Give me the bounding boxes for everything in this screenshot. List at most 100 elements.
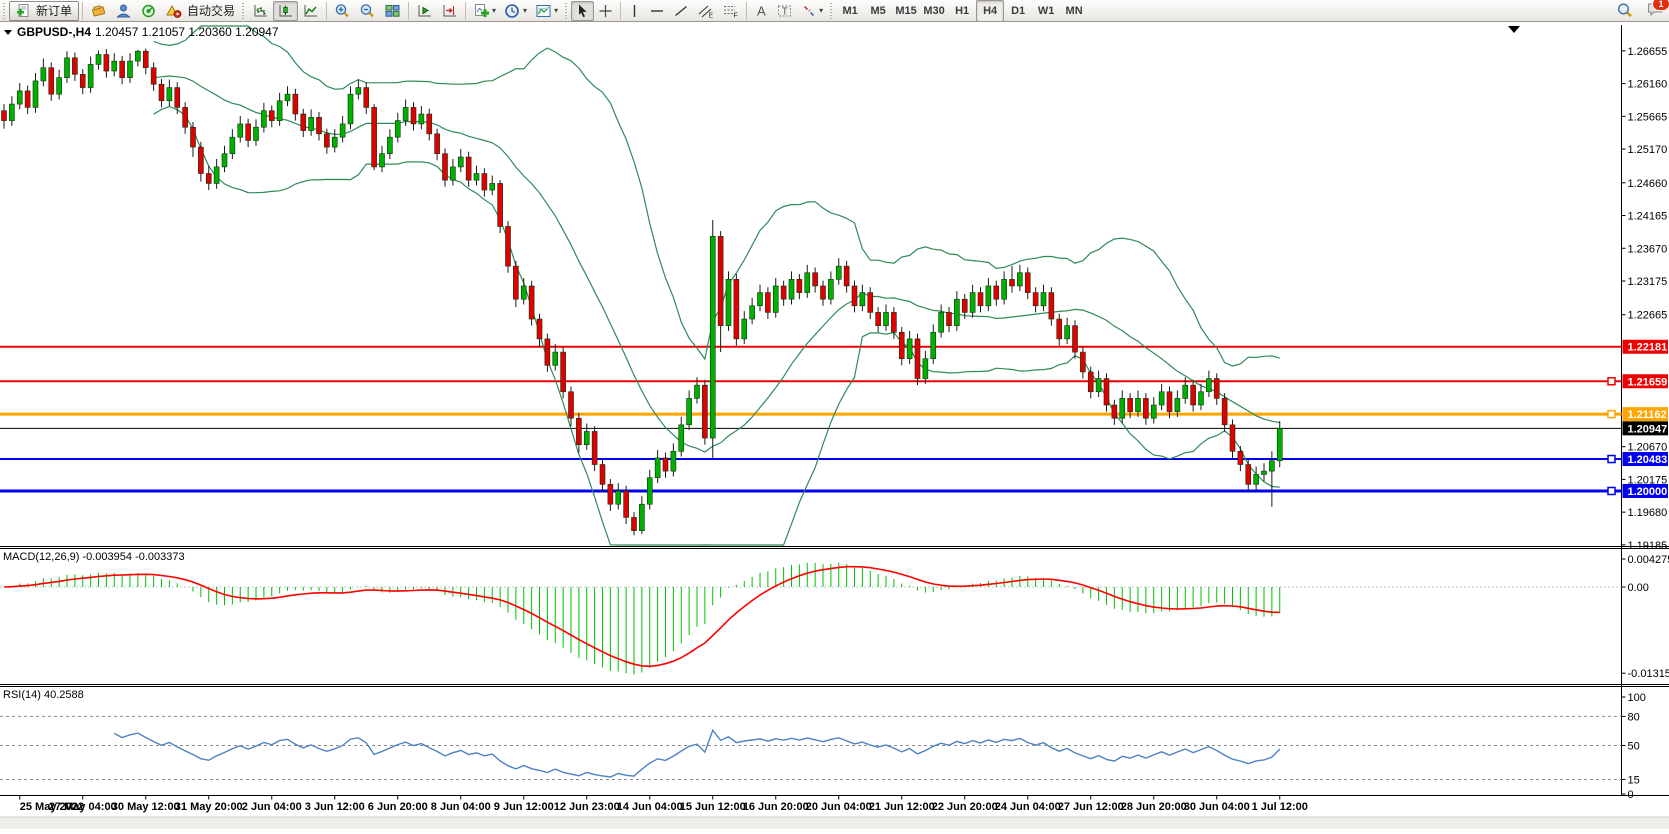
candle-body (277, 101, 282, 121)
notification-badge: 1 (1652, 0, 1669, 11)
candle-body (876, 312, 881, 325)
candle-body (474, 174, 479, 181)
macd-axis-tick: -0.013153 (1628, 668, 1669, 680)
candle-body (1065, 326, 1070, 339)
person-icon (115, 3, 132, 19)
candle-body (994, 286, 999, 299)
trendline-button[interactable] (669, 1, 693, 21)
candle-body (183, 107, 188, 127)
candle-body (915, 339, 920, 379)
candle-body (750, 306, 755, 319)
candle-body (506, 226, 511, 266)
fibonacci-button[interactable]: F (718, 1, 743, 21)
tile-windows-button[interactable] (380, 1, 405, 21)
rsi-axis-tick: 50 (1628, 741, 1640, 753)
rsi-line (114, 730, 1280, 777)
zoom-in-button[interactable] (330, 1, 355, 21)
candle-body (435, 134, 440, 154)
line-chart-button[interactable] (298, 1, 323, 21)
bollinger-upper-band (154, 26, 1280, 366)
bar-chart-button[interactable] (248, 1, 273, 21)
timeframe-h4-button[interactable]: H4 (976, 0, 1004, 22)
candle-body (576, 418, 581, 444)
arrows-button[interactable]: ▾ (797, 1, 827, 21)
hline-handle (1608, 487, 1615, 494)
text-button[interactable]: A (750, 1, 772, 21)
text-label-button[interactable]: T (772, 1, 797, 21)
candle-body (498, 183, 503, 226)
autotrade-button[interactable]: 自动交易 (161, 1, 239, 21)
cursor-button[interactable] (571, 1, 594, 21)
symbol-dropdown-icon[interactable] (4, 30, 12, 35)
time-axis-label: 3 Jun 12:00 (305, 801, 365, 813)
data-window-button[interactable] (111, 1, 136, 21)
zoom-out-icon (359, 3, 376, 19)
candle-body (380, 154, 385, 167)
horizontal-line-button[interactable] (645, 1, 669, 21)
new-order-button[interactable]: 新订单 (9, 1, 79, 21)
candle-body (309, 117, 314, 130)
strategy-tester-button[interactable] (136, 1, 161, 21)
candle-body (773, 286, 778, 312)
candle-body (356, 88, 361, 95)
time-axis-label: 6 Jun 20:00 (368, 801, 428, 813)
templates-button[interactable]: ▾ (531, 1, 562, 21)
time-axis-label: 24 Jun 04:00 (995, 801, 1061, 813)
market-watch-button[interactable] (86, 1, 111, 21)
candle-body (191, 127, 196, 147)
candle-body (80, 74, 85, 87)
candle-body (899, 332, 904, 358)
candle-body (702, 385, 707, 438)
indicators-button[interactable]: ▾ (469, 1, 500, 21)
candle-body (128, 61, 133, 78)
timeframe-m1-button[interactable]: M1 (836, 0, 864, 22)
candle-body (1057, 319, 1062, 339)
template-icon (535, 3, 552, 19)
indicators-add-icon (473, 3, 490, 19)
timeframe-m15-button[interactable]: M15 (892, 0, 920, 22)
candlestick-chart-button[interactable] (273, 1, 298, 21)
candle-body (1167, 392, 1172, 412)
notifications-button[interactable]: 1 (1646, 1, 1665, 21)
time-axis-label: 20 Jun 04:00 (806, 801, 872, 813)
crosshair-button[interactable] (594, 1, 617, 21)
price-axis-tick: 1.24165 (1628, 211, 1668, 223)
candlestick-icon (277, 3, 294, 19)
candle-body (923, 359, 928, 379)
time-axis-label: 27 May 04:00 (49, 801, 117, 813)
auto-scroll-button[interactable] (412, 1, 437, 21)
timeframe-m5-button[interactable]: M5 (864, 0, 892, 22)
line-chart-icon (302, 3, 319, 19)
chart-shift-button[interactable] (437, 1, 462, 21)
horizontal-lines-layer[interactable] (0, 347, 1622, 495)
timeframe-d1-button[interactable]: D1 (1004, 0, 1032, 22)
candle-body (592, 431, 597, 464)
chart-title-ohlc: 1.20457 1.21057 1.20360 1.20947 (95, 25, 279, 39)
chart-area[interactable]: MACD(12,26,9) -0.003954 -0.003373RSI(14)… (0, 22, 1669, 829)
candle-body (868, 293, 873, 313)
text-label-icon: T (776, 3, 793, 19)
candle-body (553, 352, 558, 365)
timeframe-w1-button[interactable]: W1 (1032, 0, 1060, 22)
timeframe-h1-button[interactable]: H1 (948, 0, 976, 22)
candle-body (96, 54, 101, 64)
price-axis-tick: 1.25665 (1628, 111, 1668, 123)
vertical-line-button[interactable] (624, 1, 645, 21)
zoom-in-icon (334, 3, 351, 19)
rsi-axis-tick: 0 (1628, 789, 1634, 801)
macd-label: MACD(12,26,9) -0.003954 -0.003373 (3, 551, 185, 563)
timeframe-mn-button[interactable]: MN (1060, 0, 1088, 22)
price-chart-svg[interactable]: MACD(12,26,9) -0.003954 -0.003373RSI(14)… (0, 22, 1669, 829)
periods-button[interactable]: ▾ (500, 1, 531, 21)
zoom-out-button[interactable] (355, 1, 380, 21)
search-button[interactable] (1612, 1, 1638, 21)
timeframe-m30-button[interactable]: M30 (920, 0, 948, 22)
candle-body (246, 124, 251, 141)
candle-body (687, 398, 692, 424)
time-axis-label: 12 Jun 23:00 (554, 801, 620, 813)
candle-body (1277, 428, 1282, 460)
candle-body (33, 81, 38, 107)
channel-button[interactable]: E (693, 1, 718, 21)
candle-body (1246, 465, 1251, 485)
candle-body (1128, 398, 1133, 411)
